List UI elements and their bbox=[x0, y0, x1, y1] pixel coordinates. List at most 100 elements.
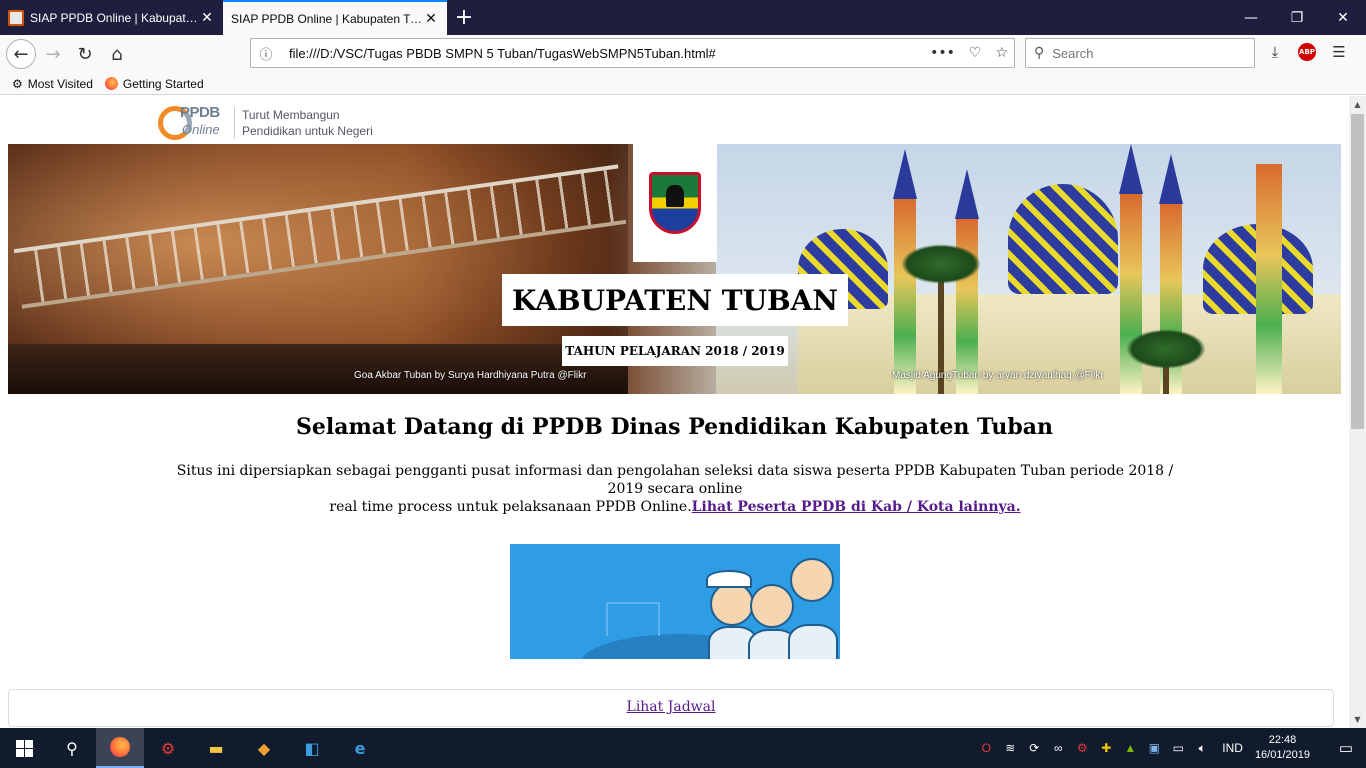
restore-icon[interactable]: ❐ bbox=[1274, 0, 1320, 35]
schedule-panel: Lihat Jadwal bbox=[8, 689, 1334, 727]
game-app-taskbar-icon[interactable]: ⚙ bbox=[144, 728, 192, 768]
student-cap bbox=[706, 570, 752, 588]
search-taskbar-icon[interactable]: ⚲ bbox=[48, 728, 96, 768]
opera-tray-icon[interactable]: O bbox=[974, 741, 998, 755]
home-button[interactable]: ⌂ bbox=[102, 39, 132, 69]
bookmark-getting-started[interactable]: Getting Started bbox=[104, 77, 204, 91]
photo-credit-left: Goa Akbar Tuban by Surya Hardhiyana Putr… bbox=[354, 370, 587, 381]
notification-icon[interactable]: ▭ bbox=[1326, 739, 1366, 757]
tab-strip: SIAP PPDB Online | Kabupaten Tuban ✕ SIA… bbox=[0, 0, 1366, 35]
browser-tab-2[interactable]: SIAP PPDB Online | Kabupaten Tuban ✕ bbox=[223, 0, 447, 35]
ppdb-logo[interactable]: PPDB Online Turut Membangun Pendidikan u… bbox=[158, 104, 373, 142]
wifi-icon[interactable]: ≋ bbox=[998, 741, 1022, 755]
search-input[interactable] bbox=[1052, 45, 1233, 61]
students-illustration bbox=[510, 544, 840, 659]
student-head bbox=[710, 582, 754, 626]
mosque-minaret bbox=[1256, 164, 1282, 394]
windows-taskbar: ⚲ ⚙ ▬ ◆ ◧ e O ≋ ⟳ ∞ ⚙ ✚ ▲ ▣ ▭ 🔈︎ IND 22:… bbox=[0, 728, 1366, 768]
welcome-heading: Selamat Datang di PPDB Dinas Pendidikan … bbox=[296, 414, 1053, 440]
mosque-spire bbox=[893, 149, 917, 199]
language-indicator[interactable]: IND bbox=[1222, 741, 1243, 755]
clock-time: 22:48 bbox=[1268, 734, 1297, 746]
firefox-icon bbox=[104, 77, 118, 90]
edge-taskbar-icon[interactable]: e bbox=[336, 728, 384, 768]
info-icon[interactable]: ⓘ bbox=[257, 44, 275, 63]
tab-label: SIAP PPDB Online | Kabupaten Tuban bbox=[231, 11, 423, 26]
palm-leaves bbox=[901, 244, 981, 284]
palm-leaves bbox=[1126, 329, 1206, 369]
browser-tab-1[interactable]: SIAP PPDB Online | Kabupaten Tuban ✕ bbox=[0, 0, 223, 35]
regency-emblem-box bbox=[633, 144, 717, 262]
minimize-icon[interactable]: — bbox=[1228, 0, 1274, 35]
bookmark-star-icon[interactable]: ☆ bbox=[995, 45, 1008, 61]
firefox-taskbar-icon[interactable] bbox=[96, 728, 144, 768]
app-tray-icon[interactable]: ⚙ bbox=[1070, 741, 1094, 755]
tab-label: SIAP PPDB Online | Kabupaten Tuban bbox=[30, 10, 199, 25]
url-text[interactable]: file:///D:/VSC/Tugas PBDB SMPN 5 Tuban/T… bbox=[289, 46, 930, 61]
reload-button[interactable]: ↻ bbox=[70, 39, 100, 69]
back-button[interactable]: ← bbox=[6, 39, 36, 69]
page-scrollbar[interactable]: ▲ ▼ bbox=[1349, 96, 1366, 728]
volume-icon[interactable]: 🔈︎ bbox=[1190, 741, 1214, 756]
site-description: Situs ini dipersiapkan sebagai pengganti… bbox=[160, 462, 1190, 516]
mosque-minaret bbox=[894, 199, 916, 394]
start-button[interactable] bbox=[0, 728, 48, 768]
logo-tagline-line2: Pendidikan untuk Negeri bbox=[242, 124, 373, 138]
bookmark-label: Most Visited bbox=[27, 76, 93, 91]
new-tab-button[interactable]: + bbox=[447, 0, 481, 35]
mosque-spire bbox=[955, 169, 979, 219]
site-favicon-icon bbox=[8, 9, 24, 26]
vscode-taskbar-icon[interactable]: ◧ bbox=[288, 728, 336, 768]
scroll-up-icon[interactable]: ▲ bbox=[1349, 96, 1366, 113]
close-tab-icon[interactable]: ✕ bbox=[423, 10, 439, 27]
pocket-icon[interactable]: ♡ bbox=[969, 45, 982, 61]
mosque-spire bbox=[1159, 154, 1183, 204]
close-tab-icon[interactable]: ✕ bbox=[199, 9, 215, 26]
logo-brand-ppdb: PPDB bbox=[180, 104, 220, 121]
close-window-icon[interactable]: ✕ bbox=[1320, 0, 1366, 35]
windows-logo-icon bbox=[15, 739, 33, 757]
forward-button[interactable]: → bbox=[38, 39, 68, 69]
scroll-down-icon[interactable]: ▼ bbox=[1349, 711, 1366, 728]
window-controls: — ❐ ✕ bbox=[1228, 0, 1366, 35]
download-icon[interactable]: ⤓ bbox=[1262, 39, 1288, 65]
logo-brand-online: Online bbox=[182, 122, 220, 137]
mosque-spire bbox=[1119, 144, 1143, 194]
schedule-link[interactable]: Lihat Jadwal bbox=[627, 699, 716, 715]
ppdb-logo-mark: PPDB Online bbox=[158, 104, 228, 142]
toolbar-right: ⤓ ABP ☰ bbox=[1262, 39, 1352, 65]
display-tray-icon[interactable]: ▭ bbox=[1166, 741, 1190, 755]
page-actions-icon[interactable]: ••• bbox=[930, 45, 955, 61]
link-tray-icon[interactable]: ∞ bbox=[1046, 741, 1070, 755]
gear-icon: ⚙ bbox=[12, 76, 23, 91]
file-explorer-taskbar-icon[interactable]: ▬ bbox=[192, 728, 240, 768]
description-line2: real time process untuk pelaksanaan PPDB… bbox=[329, 499, 692, 515]
description-line1: Situs ini dipersiapkan sebagai pengganti… bbox=[176, 463, 1174, 497]
student-body bbox=[788, 624, 838, 659]
address-bar[interactable]: ⓘ file:///D:/VSC/Tugas PBDB SMPN 5 Tuban… bbox=[250, 38, 1015, 68]
page-content: PPDB Online Turut Membangun Pendidikan u… bbox=[0, 96, 1349, 728]
shield-tray-icon[interactable]: ✚ bbox=[1094, 741, 1118, 755]
scrollbar-thumb[interactable] bbox=[1351, 114, 1364, 429]
navigation-bar: ← → ↻ ⌂ ⓘ file:///D:/VSC/Tugas PBDB SMPN… bbox=[0, 35, 1366, 73]
bookmark-most-visited[interactable]: ⚙ Most Visited bbox=[12, 77, 93, 91]
search-box[interactable]: ⚲ bbox=[1025, 38, 1255, 68]
search-icon: ⚲ bbox=[1034, 45, 1045, 61]
address-bar-actions: ••• ♡ ☆ bbox=[930, 45, 1008, 61]
menu-icon[interactable]: ☰ bbox=[1326, 39, 1352, 65]
system-clock[interactable]: 22:48 16/01/2019 bbox=[1255, 733, 1310, 763]
network-tray-icon[interactable]: ▣ bbox=[1142, 741, 1166, 755]
school-building-icon bbox=[606, 602, 660, 636]
banner-subtitle: TAHUN PELAJARAN 2018 / 2019 bbox=[562, 336, 788, 366]
mosque-dome bbox=[1008, 184, 1118, 294]
logo-tagline: Turut Membangun Pendidikan untuk Negeri bbox=[234, 107, 373, 139]
tuban-emblem-icon bbox=[649, 172, 701, 234]
photo-credit-right: Masjid AgungTuban by aryan dziyaulhaq @F… bbox=[892, 370, 1104, 381]
adblock-icon[interactable]: ABP bbox=[1298, 43, 1316, 61]
other-regions-link[interactable]: Lihat Peserta PPDB di Kab / Kota lainnya… bbox=[692, 499, 1021, 515]
sync-tray-icon[interactable]: ⟳ bbox=[1022, 741, 1046, 755]
cave-water bbox=[8, 344, 628, 394]
banner-title: KABUPATEN TUBAN bbox=[502, 274, 848, 326]
git-app-taskbar-icon[interactable]: ◆ bbox=[240, 728, 288, 768]
nvidia-tray-icon[interactable]: ▲ bbox=[1118, 741, 1142, 755]
